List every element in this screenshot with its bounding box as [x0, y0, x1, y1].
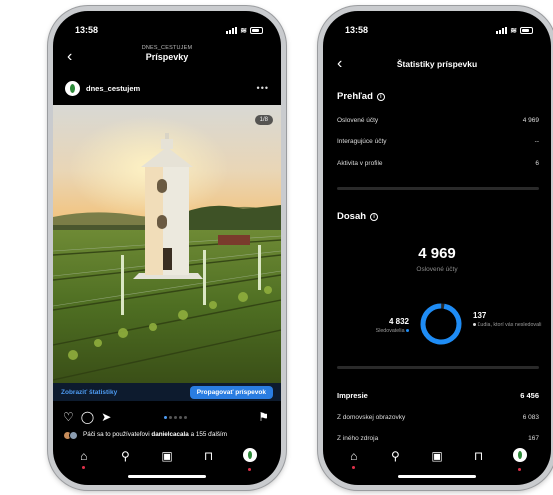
donut-followers-arc [420, 303, 462, 345]
more-icon[interactable]: ••• [257, 83, 269, 93]
section-divider [337, 187, 539, 190]
post-screen: 13:58 ≋ ‹ DNES_CESTUJEM Príspevky dnes_c… [53, 11, 281, 485]
shop-icon[interactable]: ⊓ [471, 449, 487, 463]
overview-title: Prehľad [337, 91, 373, 102]
row-label: Z iného zdroja [337, 435, 379, 442]
likes-text[interactable]: Páči sa to používateľovi danielcacala a … [83, 431, 227, 440]
reach-total: 4 969 [418, 245, 456, 262]
row-value: -- [534, 138, 539, 145]
likes-user[interactable]: danielcacala [151, 431, 188, 438]
signal-icon [226, 26, 238, 34]
non-followers-label: Ľudia, ktorí vás nesledovali [477, 322, 542, 328]
home-icon[interactable]: ⌂ [346, 449, 362, 469]
legend-dot-blue [406, 329, 409, 333]
signal-icon [496, 26, 508, 34]
followers-label-row: Sledovatelia [357, 328, 409, 334]
non-followers-label-row: Ľudia, ktorí vás nesledovali [473, 322, 543, 328]
insights-screen: 13:58 ≋ ‹ Štatistiky príspevku Prehľad i… [323, 11, 551, 485]
battery-icon [520, 26, 533, 34]
row-value: 4 969 [522, 117, 539, 124]
search-icon[interactable]: ⚲ [387, 449, 403, 463]
non-followers-stat: 137 Ľudia, ktorí vás nesledovali [473, 311, 543, 328]
post-header: dnes_cestujem ••• [65, 79, 269, 97]
info-icon[interactable]: i [376, 92, 385, 101]
wifi-icon: ≋ [510, 25, 517, 35]
nav-subtitle: DNES_CESTUJEM [141, 45, 193, 51]
reels-icon[interactable]: ▣ [159, 449, 175, 463]
heart-icon[interactable]: ♡ [63, 410, 74, 424]
home-indicator[interactable] [398, 475, 476, 478]
row-label: Interagujúce účty [337, 138, 387, 145]
section-divider [337, 366, 539, 369]
row-value: 6 [535, 160, 539, 167]
bookmark-icon[interactable]: ⚑ [258, 410, 269, 424]
status-time: 13:58 [75, 25, 99, 35]
promote-post-button[interactable]: Propagovať príspevok [189, 385, 273, 399]
profile-avatar-icon[interactable] [512, 447, 528, 471]
view-insights-link[interactable]: Zobraziť štatistiky [61, 389, 117, 396]
impressions-row[interactable]: Z iného zdroja 167 [337, 435, 539, 442]
row-label: Oslovené účty [337, 117, 379, 124]
non-followers-value: 137 [473, 311, 487, 320]
shop-icon[interactable]: ⊓ [201, 449, 217, 463]
likes-suffix: a 155 ďalším [190, 431, 227, 438]
followers-value: 4 832 [388, 317, 409, 326]
followers-label: Sledovatelia [375, 328, 405, 334]
owner-actions-bar: Zobraziť štatistiky Propagovať príspevok [53, 383, 281, 401]
likes-summary: Páči sa to používateľovi danielcacala a … [63, 431, 271, 440]
page-title: Štatistiky príspevku [396, 59, 478, 69]
post-username[interactable]: dnes_cestujem [86, 84, 257, 93]
impressions-total: 6 456 [520, 391, 539, 400]
phone-insights-view: 13:58 ≋ ‹ Štatistiky príspevku Prehľad i… [318, 6, 553, 490]
bottom-nav: ⌂ ⚲ ▣ ⊓ [53, 445, 281, 471]
reach-total-label: Oslovené účty [416, 266, 458, 273]
reach-donut [420, 303, 462, 345]
dynamic-island [406, 22, 468, 38]
likes-prefix: Páči sa to používateľovi [83, 431, 150, 438]
share-icon[interactable]: ➤ [101, 410, 111, 424]
overview-row[interactable]: Aktivita v profile 6 [337, 160, 539, 167]
bottom-nav: ⌂ ⚲ ▣ ⊓ [323, 445, 551, 471]
phone-post-view: 13:58 ≋ ‹ DNES_CESTUJEM Príspevky dnes_c… [48, 6, 286, 490]
home-icon[interactable]: ⌂ [76, 449, 92, 469]
reach-title: Dosah [337, 211, 367, 222]
reels-icon[interactable]: ▣ [429, 449, 445, 463]
battery-icon [250, 26, 263, 34]
followers-stat: 4 832 Sledovatelia [357, 317, 409, 334]
legend-dot-white [473, 323, 476, 327]
post-actions: ♡ ◯ ➤ ⚑ [63, 409, 269, 425]
status-icons: ≋ [226, 26, 263, 35]
post-photo[interactable]: 1/8 [53, 105, 281, 383]
dynamic-island [136, 22, 198, 38]
row-value: 167 [528, 435, 539, 442]
top-nav: ‹ DNES_CESTUJEM Príspevky [53, 43, 281, 73]
nav-title: Príspevky [145, 52, 189, 62]
avatar[interactable] [65, 80, 80, 96]
impressions-header: Impresie 6 456 [337, 391, 539, 400]
carousel-dots [118, 415, 232, 419]
photo-counter: 1/8 [254, 115, 273, 125]
info-icon[interactable]: i [370, 212, 379, 221]
overview-row[interactable]: Interagujúce účty -- [337, 138, 539, 145]
status-time: 13:58 [345, 25, 369, 35]
row-value: 6 083 [522, 414, 539, 421]
search-icon[interactable]: ⚲ [117, 449, 133, 463]
likers-avatars [63, 431, 79, 440]
comment-icon[interactable]: ◯ [81, 410, 94, 424]
row-label: Aktivita v profile [337, 160, 383, 167]
status-icons: ≋ [496, 26, 533, 35]
impressions-row[interactable]: Z domovskej obrazovky 6 083 [337, 414, 539, 421]
vineyard-photo [53, 105, 281, 383]
overview-row[interactable]: Oslovené účty 4 969 [337, 117, 539, 124]
row-label: Z domovskej obrazovky [337, 414, 406, 421]
home-indicator[interactable] [128, 475, 206, 478]
impressions-title: Impresie [337, 391, 368, 400]
overview-heading: Prehľad i [337, 91, 385, 102]
reach-heading: Dosah i [337, 211, 379, 222]
nav-heading: DNES_CESTUJEM Príspevky [53, 45, 281, 62]
wifi-icon: ≋ [240, 25, 247, 35]
profile-avatar-icon[interactable] [242, 447, 258, 471]
